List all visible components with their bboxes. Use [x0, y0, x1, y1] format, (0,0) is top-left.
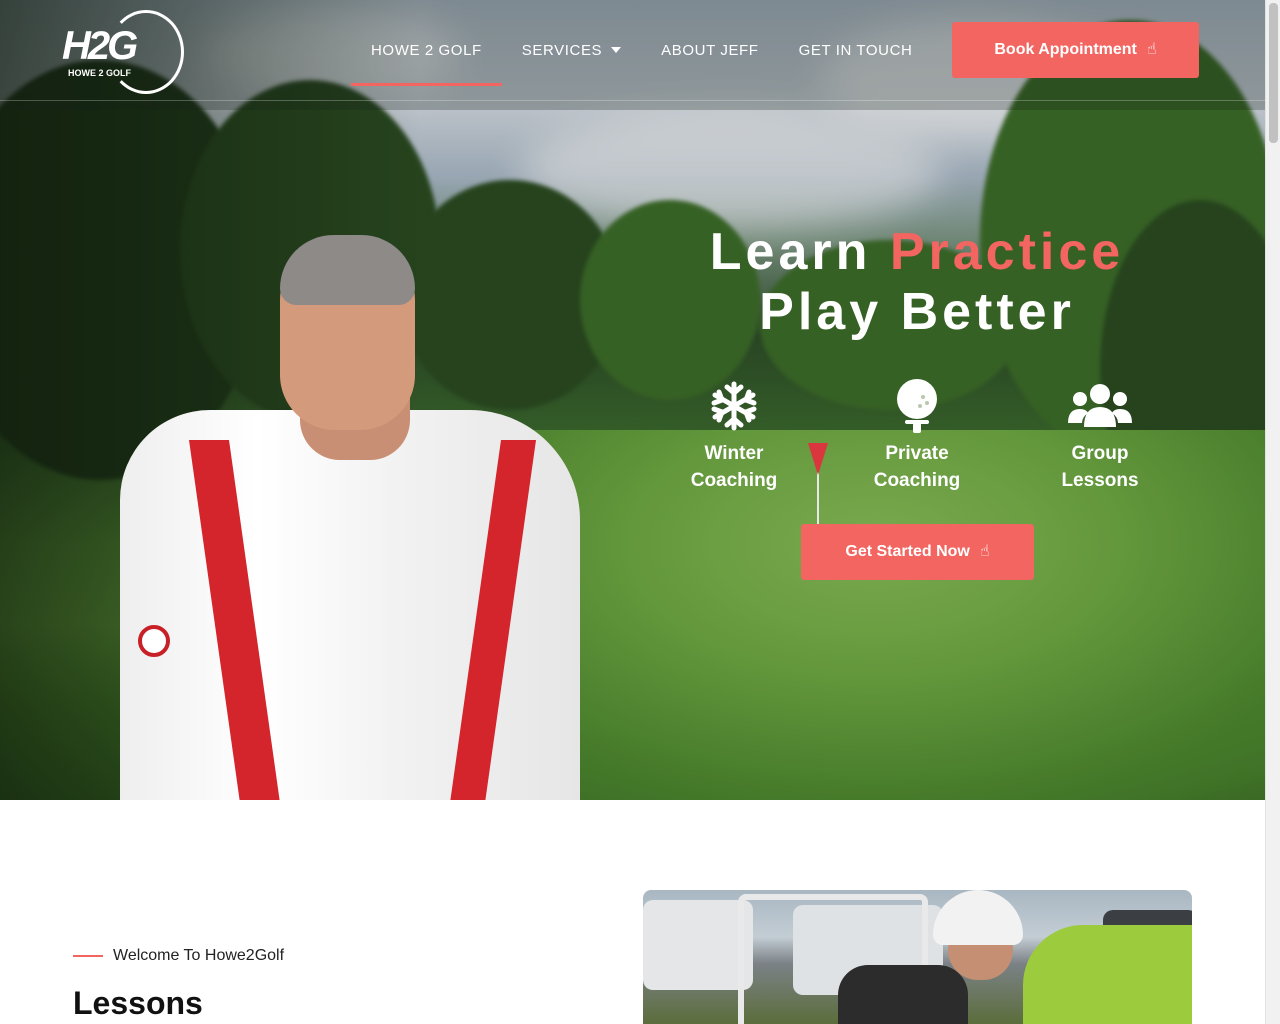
hand-pointer-icon: ☝ — [979, 543, 990, 560]
users-icon — [1016, 378, 1184, 434]
headline-accent: Practice — [889, 223, 1125, 281]
hand-pointer-icon: ☝ — [1146, 41, 1157, 58]
headline-word: Learn — [709, 223, 872, 281]
arm — [838, 965, 968, 1024]
feature-private-coaching: Private Coaching — [833, 378, 1001, 494]
feature-group-lessons: Group Lessons — [1016, 378, 1184, 494]
nav-item-services[interactable]: SERVICES — [502, 14, 641, 86]
site-logo[interactable]: H2G HOWE 2 GOLF — [60, 8, 185, 94]
hair — [280, 235, 415, 305]
section-eyebrow: Welcome To Howe2Golf — [73, 947, 284, 965]
book-appointment-label: Book Appointment — [994, 41, 1137, 58]
logo-subtitle: HOWE 2 GOLF — [68, 68, 131, 78]
book-appointment-button[interactable]: Book Appointment ☝ — [952, 22, 1199, 78]
feature-label-line2: Coaching — [873, 470, 961, 491]
lesson-photo — [643, 890, 1192, 1024]
feature-label-line2: Coaching — [690, 470, 778, 491]
eyebrow-line — [73, 955, 103, 957]
scrollbar-thumb[interactable] — [1269, 3, 1278, 143]
main-nav: HOWE 2 GOLF SERVICES ABOUT JEFF GET IN T… — [351, 14, 932, 86]
hero-section: Learn Practice Play Better Winter Coachi… — [0, 0, 1265, 800]
eyebrow-text: Welcome To Howe2Golf — [113, 947, 285, 964]
get-started-label: Get Started Now — [845, 543, 970, 560]
nav-item-home[interactable]: HOWE 2 GOLF — [351, 14, 502, 86]
feature-label-line2: Lessons — [1061, 470, 1139, 491]
car — [643, 900, 753, 990]
polo-shirt — [1023, 925, 1192, 1024]
caret-down-icon — [611, 47, 622, 53]
nav-item-label: ABOUT JEFF — [661, 41, 759, 59]
coach-photo — [120, 235, 580, 800]
snowflake-icon — [650, 378, 818, 434]
nav-item-label: SERVICES — [521, 41, 603, 59]
feature-winter-coaching: Winter Coaching — [650, 378, 818, 494]
nav-item-label: GET IN TOUCH — [798, 41, 913, 59]
feature-label-line1: Group — [1071, 443, 1129, 464]
header: H2G HOWE 2 GOLF HOWE 2 GOLF SERVICES ABO… — [0, 0, 1265, 101]
nav-item-contact[interactable]: GET IN TOUCH — [779, 14, 933, 86]
golf-ball-on-tee-icon — [833, 378, 1001, 434]
cap — [933, 890, 1023, 945]
feature-label-line1: Winter — [704, 443, 764, 464]
shirt-logo — [138, 625, 170, 657]
section-title: Lessons — [73, 985, 203, 1021]
logo-mark: H2G — [62, 24, 138, 68]
feature-label-line1: Private — [885, 443, 949, 464]
hero-features: Winter Coaching Private Coaching Group L… — [650, 378, 1184, 494]
headline-line-2: Play Better — [759, 283, 1075, 341]
nav-item-about[interactable]: ABOUT JEFF — [641, 14, 778, 86]
scrollbar[interactable] — [1265, 0, 1280, 1024]
get-started-button[interactable]: Get Started Now ☝ — [801, 524, 1034, 580]
nav-item-label: HOWE 2 GOLF — [371, 41, 482, 59]
hero-headline: Learn Practice Play Better — [650, 222, 1184, 342]
